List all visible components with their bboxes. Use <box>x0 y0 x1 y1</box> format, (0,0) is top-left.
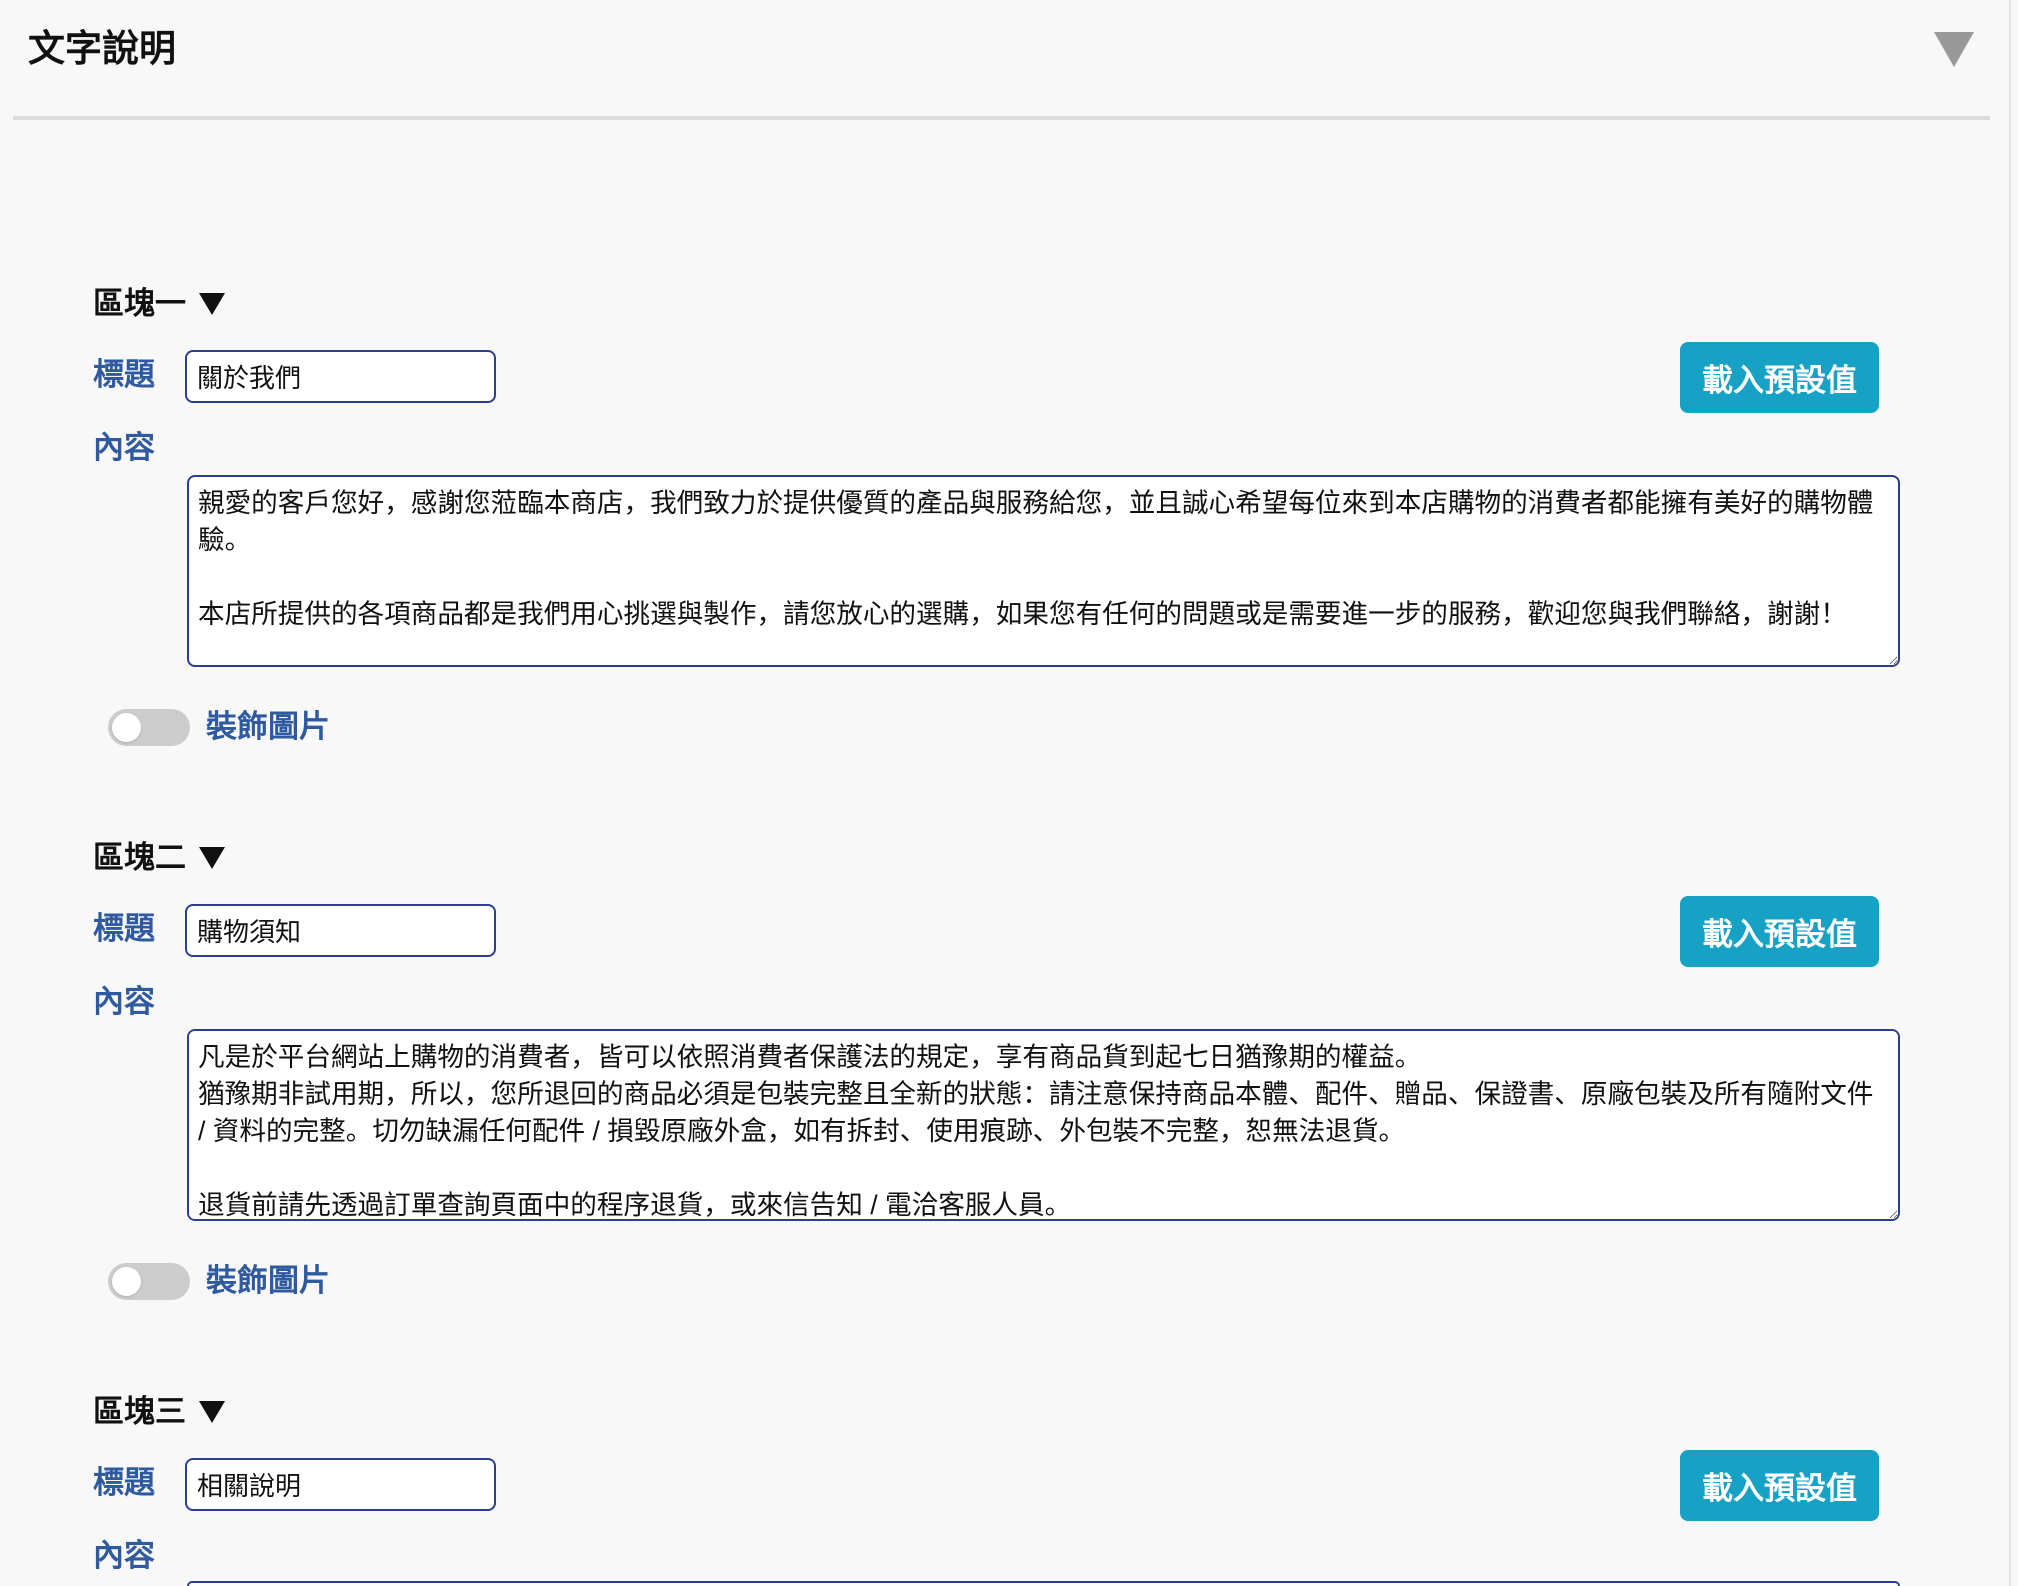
load-default-button[interactable]: 載入預設值 <box>1680 896 1879 967</box>
caret-down-icon[interactable] <box>199 1401 225 1423</box>
load-default-button[interactable]: 載入預設值 <box>1680 342 1879 413</box>
block-2-heading[interactable]: 區塊二 <box>93 839 225 877</box>
caret-shape <box>199 1401 225 1423</box>
toggle-knob <box>112 1267 141 1296</box>
panel-collapse-caret-down-icon[interactable] <box>1934 32 1974 67</box>
text-block-3: 區塊三 標題 載入預設值 內容 <box>0 1388 2018 1586</box>
load-default-button[interactable]: 載入預設值 <box>1680 1450 1879 1521</box>
block-2-title-input[interactable] <box>185 904 496 957</box>
caret-shape <box>1934 32 1974 67</box>
text-description-panel: 文字說明 區塊一 標題 載入預設值 內容 親愛的客戶您好，感謝您蒞臨本商店，我們… <box>0 0 2018 1586</box>
content-label: 內容 <box>93 1538 155 1573</box>
block-heading-text: 區塊二 <box>93 840 186 875</box>
caret-down-icon[interactable] <box>199 847 225 869</box>
content-label: 內容 <box>93 430 155 465</box>
header-divider <box>13 116 1990 120</box>
caret-down-icon[interactable] <box>199 293 225 315</box>
title-label: 標題 <box>93 357 155 392</box>
block-heading-text: 區塊三 <box>93 1394 186 1429</box>
decor-image-toggle[interactable] <box>108 709 190 746</box>
block-heading-text: 區塊一 <box>93 286 186 321</box>
block-3-content-textarea[interactable] <box>187 1581 1900 1586</box>
block-2-content-textarea[interactable]: 凡是於平台網站上購物的消費者，皆可以依照消費者保護法的規定，享有商品貨到起七日猶… <box>187 1029 1900 1221</box>
title-label: 標題 <box>93 1465 155 1500</box>
decor-image-toggle[interactable] <box>108 1263 190 1300</box>
text-block-1: 區塊一 標題 載入預設值 內容 親愛的客戶您好，感謝您蒞臨本商店，我們致力於提供… <box>0 280 2018 834</box>
block-3-title-input[interactable] <box>185 1458 496 1511</box>
block-3-heading[interactable]: 區塊三 <box>93 1393 225 1431</box>
text-block-2: 區塊二 標題 載入預設值 內容 凡是於平台網站上購物的消費者，皆可以依照消費者保… <box>0 834 2018 1388</box>
caret-shape <box>199 293 225 315</box>
content-label: 內容 <box>93 984 155 1019</box>
block-1-heading[interactable]: 區塊一 <box>93 285 225 323</box>
block-1-title-input[interactable] <box>185 350 496 403</box>
toggle-knob <box>112 713 141 742</box>
block-1-content-textarea[interactable]: 親愛的客戶您好，感謝您蒞臨本商店，我們致力於提供優質的產品與服務給您，並且誠心希… <box>187 475 1900 667</box>
title-label: 標題 <box>93 911 155 946</box>
caret-shape <box>199 847 225 869</box>
decor-image-label: 裝飾圖片 <box>206 1263 330 1298</box>
panel-title: 文字說明 <box>28 28 176 69</box>
decor-image-label: 裝飾圖片 <box>206 709 330 744</box>
